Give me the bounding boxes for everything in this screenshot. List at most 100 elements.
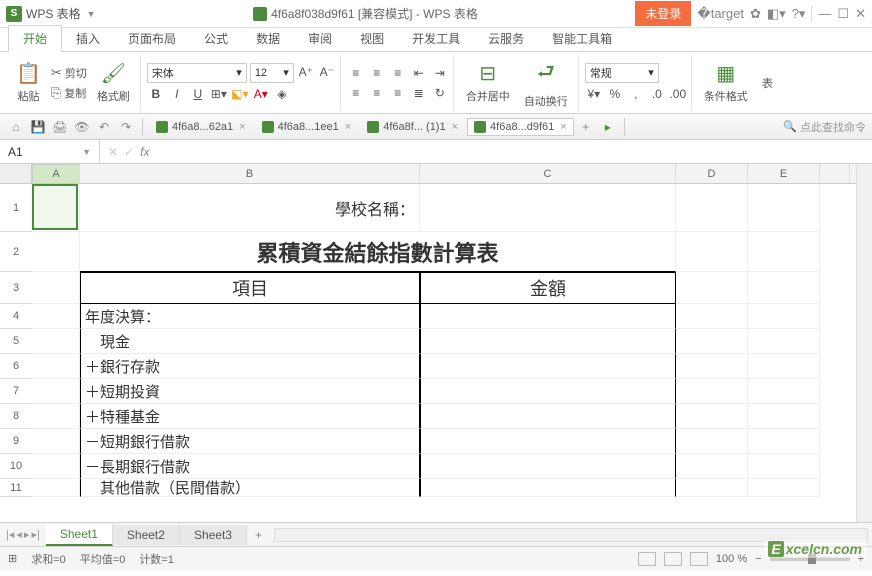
prev-sheet-icon[interactable]: ◂ [16, 528, 22, 541]
cell[interactable] [32, 184, 80, 232]
column-header[interactable]: E [748, 164, 820, 183]
cell[interactable] [748, 304, 820, 329]
cell[interactable] [32, 354, 80, 379]
font-color-button[interactable]: A▾ [252, 85, 270, 103]
row-header[interactable]: 7 [0, 379, 32, 404]
cell[interactable]: －長期銀行借款 [80, 454, 420, 479]
bold-button[interactable]: B [147, 85, 165, 103]
name-box[interactable]: A1▼ [0, 140, 100, 163]
cell[interactable] [676, 329, 748, 354]
cell[interactable]: 年度決算： [80, 304, 420, 329]
menu-data[interactable]: 数据 [242, 26, 294, 51]
copy-button[interactable]: ⎘复制 [49, 84, 89, 102]
cell[interactable] [748, 354, 820, 379]
percent-button[interactable]: % [606, 85, 624, 103]
cell[interactable] [676, 304, 748, 329]
border-button[interactable]: ⊞▾ [210, 85, 228, 103]
cell[interactable] [748, 479, 820, 497]
save-icon[interactable]: 💾 [28, 117, 48, 137]
menu-view[interactable]: 视图 [346, 26, 398, 51]
menu-smart-tools[interactable]: 智能工具箱 [538, 26, 626, 51]
menu-start[interactable]: 开始 [8, 25, 62, 52]
document-tab[interactable]: 4f6a8...62a1× [149, 118, 253, 136]
undo-icon[interactable]: ↶ [94, 117, 114, 137]
next-sheet-icon[interactable]: ▸ [24, 528, 30, 541]
indent-left-button[interactable]: ⇤ [410, 64, 428, 82]
merge-center-button[interactable]: ⊟合并居中 [460, 59, 516, 106]
indent-right-button[interactable]: ⇥ [431, 64, 449, 82]
cell[interactable] [32, 429, 80, 454]
settings-icon[interactable]: ✿ [750, 6, 761, 22]
cell[interactable] [420, 379, 676, 404]
maximize-icon[interactable]: ☐ [837, 6, 849, 22]
cell-table-title[interactable]: 累積資金結餘指數計算表 [80, 232, 676, 272]
vertical-scrollbar[interactable] [856, 164, 872, 522]
align-center-button[interactable]: ≡ [368, 84, 386, 102]
close-tab-icon[interactable]: × [560, 121, 566, 133]
cell[interactable]: ＋短期投資 [80, 379, 420, 404]
status-doc-icon[interactable]: ⊞ [8, 552, 17, 565]
cell[interactable] [748, 329, 820, 354]
cell[interactable] [676, 354, 748, 379]
last-sheet-icon[interactable]: ▸| [31, 528, 39, 541]
cell[interactable] [32, 232, 80, 272]
app-menu-dropdown-icon[interactable]: ▼ [87, 9, 96, 19]
menu-page-layout[interactable]: 页面布局 [114, 26, 190, 51]
cell[interactable] [748, 404, 820, 429]
align-middle-button[interactable]: ≡ [368, 64, 386, 82]
number-format-select[interactable]: 常规▾ [585, 63, 659, 83]
cell[interactable] [32, 379, 80, 404]
comma-button[interactable]: , [627, 85, 645, 103]
cell[interactable]: ＋特種基金 [80, 404, 420, 429]
menu-cloud[interactable]: 云服务 [474, 26, 538, 51]
orientation-button[interactable]: ↻ [431, 84, 449, 102]
cell[interactable] [676, 232, 748, 272]
close-icon[interactable]: ✕ [855, 6, 866, 22]
sheet-tab[interactable]: Sheet3 [180, 525, 247, 545]
cell[interactable] [32, 479, 80, 497]
cell[interactable] [748, 232, 820, 272]
cell[interactable] [748, 184, 820, 232]
increase-decimal-button[interactable]: .0 [648, 85, 666, 103]
sheet-tab-active[interactable]: Sheet1 [46, 524, 113, 546]
italic-button[interactable]: I [168, 85, 186, 103]
clear-format-button[interactable]: ◈ [273, 85, 291, 103]
cell[interactable]: 現金 [80, 329, 420, 354]
minimize-icon[interactable]: — [818, 6, 831, 21]
row-header[interactable]: 10 [0, 454, 32, 479]
cell[interactable]: －短期銀行借款 [80, 429, 420, 454]
underline-button[interactable]: U [189, 85, 207, 103]
cell[interactable] [32, 329, 80, 354]
view-normal-button[interactable] [638, 552, 656, 566]
wrap-text-button[interactable]: ⮐自动换行 [518, 55, 574, 111]
align-left-button[interactable]: ≡ [347, 84, 365, 102]
view-page-button[interactable] [664, 552, 682, 566]
cell[interactable] [748, 379, 820, 404]
cell[interactable] [32, 404, 80, 429]
font-name-select[interactable]: 宋体▾ [147, 63, 247, 83]
column-header[interactable] [820, 164, 850, 183]
tab-list-icon[interactable]: ▸ [598, 117, 618, 137]
cell[interactable] [748, 454, 820, 479]
cell-school-name-label[interactable]: 學校名稱： [80, 184, 420, 232]
cell[interactable] [32, 304, 80, 329]
cell[interactable] [420, 354, 676, 379]
cell[interactable] [420, 329, 676, 354]
cell[interactable] [420, 304, 676, 329]
sheet-tab[interactable]: Sheet2 [113, 525, 180, 545]
cell[interactable]: 其他借款（民間借款） [80, 479, 420, 497]
cut-button[interactable]: ✂剪切 [49, 64, 89, 82]
row-header[interactable]: 2 [0, 232, 32, 272]
column-header[interactable]: A [32, 164, 80, 184]
add-sheet-button[interactable]: + [247, 528, 270, 542]
cell[interactable] [420, 404, 676, 429]
cell[interactable] [420, 184, 676, 232]
close-tab-icon[interactable]: × [345, 121, 351, 133]
cell[interactable] [676, 272, 748, 304]
conditional-format-button[interactable]: ▦条件格式 [698, 59, 754, 106]
sync-icon[interactable]: �target [697, 6, 744, 22]
increase-font-button[interactable]: A⁺ [297, 63, 315, 81]
cell[interactable] [676, 184, 748, 232]
select-all-corner[interactable] [0, 164, 32, 184]
login-button[interactable]: 未登录 [635, 1, 691, 26]
